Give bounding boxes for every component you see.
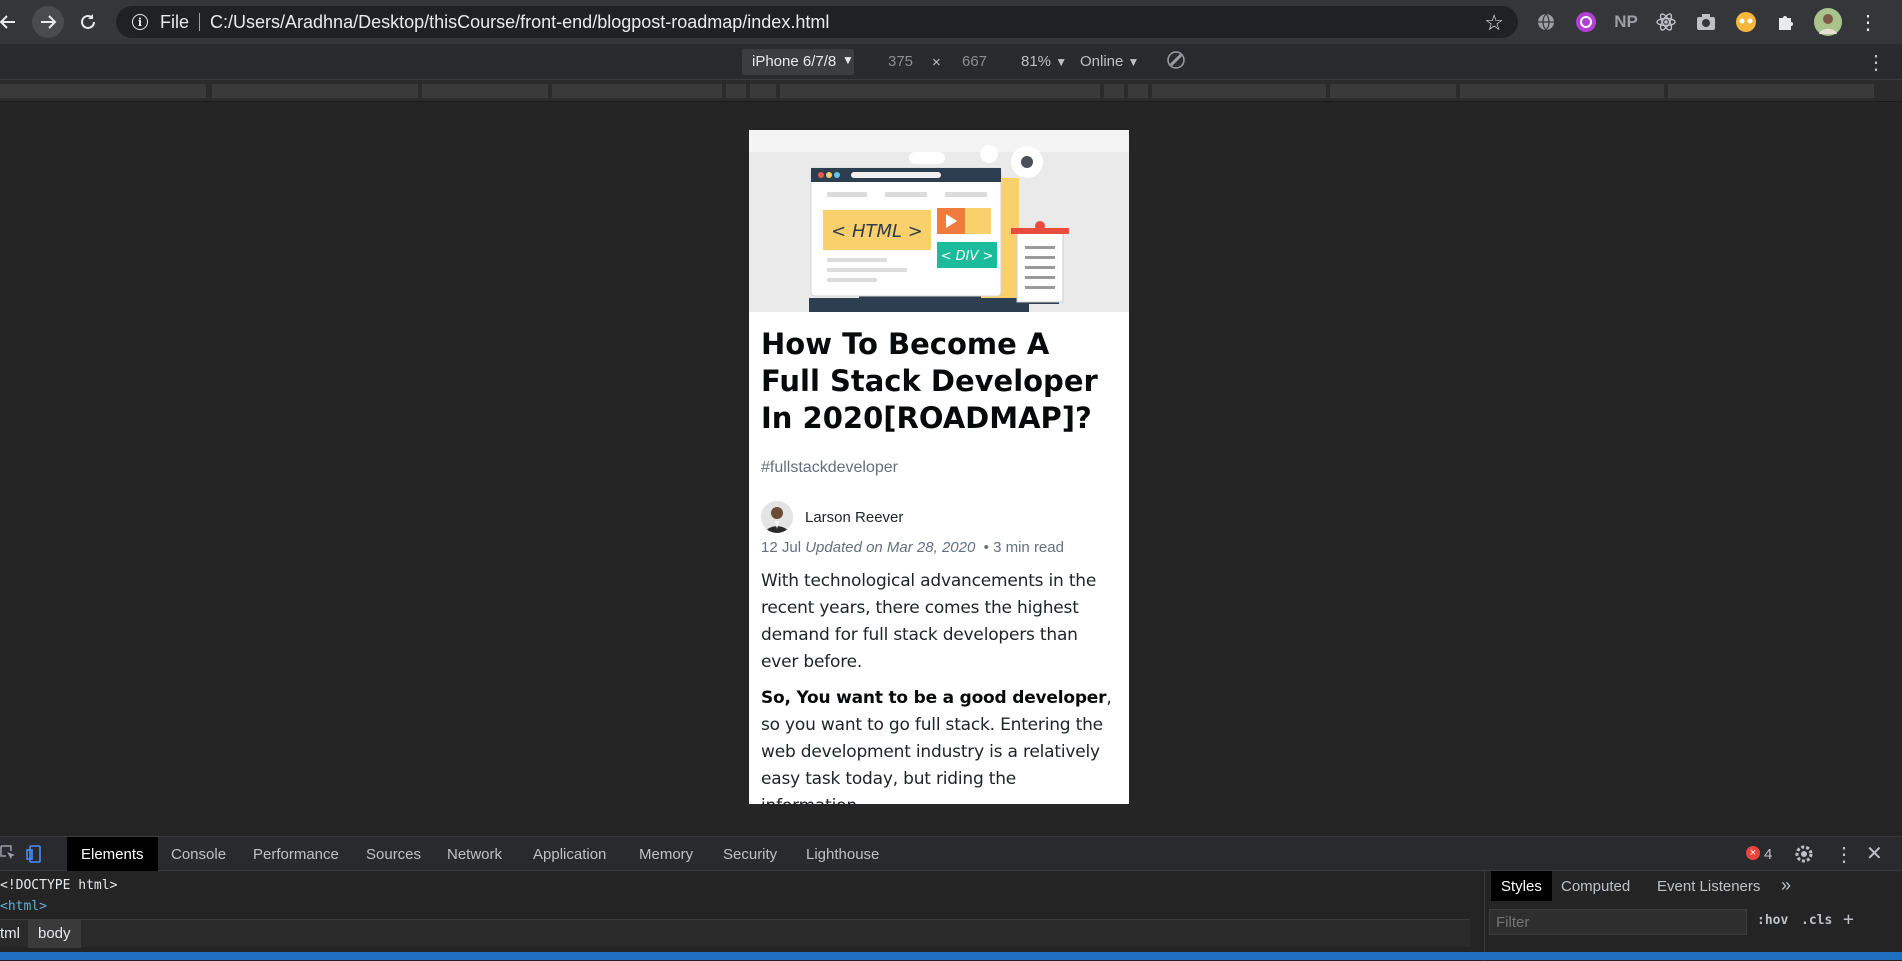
reload-button[interactable]	[72, 6, 104, 38]
close-devtools-icon[interactable]: ✕	[1866, 841, 1883, 866]
author-row: Larson Reever	[761, 499, 1117, 535]
network-value: Online	[1080, 53, 1124, 70]
tab-lighthouse[interactable]: Lighthouse	[806, 846, 879, 863]
puzzle-icon[interactable]	[1774, 10, 1798, 34]
tab-event-listeners[interactable]: Event Listeners	[1657, 878, 1760, 895]
device-name: iPhone 6/7/8	[752, 53, 837, 70]
browser-menu-icon[interactable]: ⋮	[1856, 10, 1880, 34]
rotate-icon[interactable]	[1166, 50, 1186, 74]
tab-console[interactable]: Console	[171, 846, 226, 863]
tab-security[interactable]: Security	[723, 846, 777, 863]
arrow-left-icon	[0, 15, 15, 29]
paragraph-1: With technological advancements in the r…	[761, 571, 1097, 672]
device-viewport: < HTML > < DIV > How To Become A Full St…	[0, 102, 1902, 836]
zoom-dropdown-icon: ▼	[1055, 55, 1068, 69]
article-content: How To Become A Full Stack Developer In …	[761, 312, 1117, 804]
info-icon[interactable]: i	[132, 14, 148, 30]
tab-memory[interactable]: Memory	[639, 846, 693, 863]
device-dropdown-icon: ▼	[842, 53, 854, 67]
article-title: How To Become A Full Stack Developer In …	[761, 327, 1098, 435]
web-development-illustration: < HTML > < DIV >	[749, 130, 1129, 312]
phone-screen[interactable]: < HTML > < DIV > How To Become A Full St…	[749, 130, 1129, 804]
network-select[interactable]: Online ▼	[1080, 53, 1139, 70]
device-toolbar: iPhone 6/7/8 ▼ 375 × 667 81% ▼ Online ▼ …	[0, 44, 1902, 80]
reload-icon	[81, 14, 95, 29]
forward-button[interactable]	[32, 6, 64, 38]
tab-application[interactable]: Application	[533, 846, 606, 863]
paragraph-2: So, You want to be a good developer, so …	[761, 685, 1117, 804]
breadcrumb-body[interactable]: body	[28, 920, 81, 948]
status-bar	[0, 952, 1902, 960]
url-divider	[199, 13, 201, 31]
inspect-element-icon[interactable]	[0, 845, 16, 866]
hero-illustration: < HTML > < DIV >	[749, 130, 1129, 312]
author-name[interactable]: Larson Reever	[805, 509, 903, 526]
np-extension-icon[interactable]: NP	[1614, 10, 1638, 34]
read-time: • 3 min read	[983, 539, 1064, 556]
dimension-separator: ×	[932, 54, 941, 71]
devtools-menu-icon[interactable]: ⋮	[1834, 842, 1854, 867]
more-tabs-icon[interactable]: »	[1781, 875, 1791, 896]
hov-toggle[interactable]: :hov	[1757, 913, 1788, 928]
hero-html-label: < HTML >	[831, 221, 923, 242]
hero-div-label: < DIV >	[941, 249, 994, 264]
device-toolbar-toggle-icon[interactable]	[26, 845, 44, 868]
breadcrumb-html[interactable]: tml	[0, 925, 20, 942]
devtools-tab-bar: Elements Console Performance Sources Net…	[0, 837, 1902, 871]
tab-computed[interactable]: Computed	[1561, 878, 1630, 895]
dom-tree: <!DOCTYPE html> <html>	[0, 875, 117, 917]
zoom-select[interactable]: 81% ▼	[1021, 53, 1067, 70]
cls-toggle[interactable]: .cls	[1801, 913, 1832, 928]
article-body: With technological advancements in the r…	[761, 568, 1117, 804]
dom-line-html[interactable]: <html>	[0, 896, 117, 917]
device-toolbar-menu-icon[interactable]: ⋮	[1866, 50, 1886, 75]
tab-elements[interactable]: Elements	[67, 837, 158, 871]
react-icon[interactable]	[1654, 10, 1678, 34]
tab-network[interactable]: Network	[447, 846, 502, 863]
breadcrumb: tml body	[0, 919, 1470, 948]
address-bar[interactable]: i File C:/Users/Aradhna/Desktop/thisCour…	[116, 6, 1518, 38]
camera-icon[interactable]	[1694, 10, 1718, 34]
url-text[interactable]: C:/Users/Aradhna/Desktop/thisCourse/fron…	[210, 12, 829, 33]
arrow-right-icon	[41, 15, 57, 29]
tab-styles[interactable]: Styles	[1491, 871, 1552, 901]
styles-pane: Styles Computed Event Listeners » :hov .…	[1484, 871, 1902, 961]
tracker-icon[interactable]	[1574, 10, 1598, 34]
add-rule-icon[interactable]: +	[1843, 909, 1854, 930]
dom-line-doctype[interactable]: <!DOCTYPE html>	[0, 875, 117, 896]
network-dropdown-icon: ▼	[1127, 55, 1140, 69]
media-query-bar	[0, 80, 1902, 102]
author-avatar[interactable]	[761, 501, 793, 533]
article-meta: 12 Jul Updated on Mar 28, 2020 • 3 min r…	[761, 539, 1117, 556]
viewport-width[interactable]: 375	[888, 53, 913, 70]
zoom-value: 81%	[1021, 53, 1052, 70]
publish-date: 12 Jul	[761, 539, 802, 556]
url-scheme: File	[160, 11, 190, 32]
settings-gear-icon[interactable]	[1794, 844, 1814, 869]
error-count[interactable]: 4	[1764, 846, 1772, 863]
error-icon[interactable]: ×	[1746, 846, 1760, 860]
paragraph-2-bold: So, You want to be a good developer	[761, 688, 1107, 708]
profile-avatar[interactable]	[1814, 8, 1842, 36]
updated-date: Updated on Mar 28, 2020	[805, 539, 976, 556]
tab-performance[interactable]: Performance	[253, 846, 339, 863]
globe-icon[interactable]	[1534, 10, 1558, 34]
back-button[interactable]	[0, 6, 24, 38]
device-select[interactable]: iPhone 6/7/8 ▼	[742, 49, 854, 75]
styles-filter-input[interactable]	[1489, 909, 1747, 935]
browser-toolbar: i File C:/Users/Aradhna/Desktop/thisCour…	[0, 0, 1902, 44]
tab-sources[interactable]: Sources	[366, 846, 421, 863]
cookie-icon[interactable]	[1734, 10, 1758, 34]
viewport-height[interactable]: 667	[962, 53, 987, 70]
devtools-panel: Elements Console Performance Sources Net…	[0, 836, 1902, 961]
article-tag[interactable]: #fullstackdeveloper	[761, 459, 1117, 477]
bookmark-star-icon[interactable]: ☆	[1484, 10, 1504, 36]
